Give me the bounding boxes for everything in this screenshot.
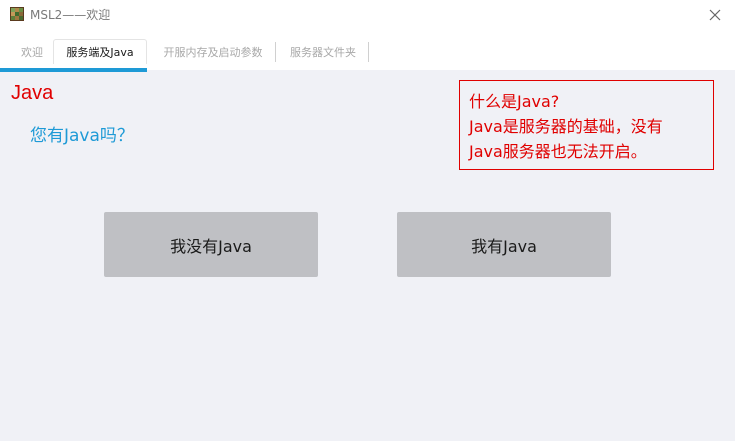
- section-title: Java: [11, 82, 54, 104]
- info-line: 什么是Java?: [469, 92, 560, 111]
- window-title: MSL2——欢迎: [30, 8, 111, 22]
- title-bar: MSL2——欢迎: [0, 0, 735, 30]
- tab-divider: [275, 42, 276, 62]
- tab-welcome[interactable]: 欢迎: [12, 39, 52, 64]
- tab-divider: [368, 42, 369, 62]
- tab-memory-launch-args[interactable]: 开服内存及启动参数: [153, 39, 273, 64]
- app-grid-icon: [10, 7, 24, 21]
- info-line: Java是服务器的基础，没有: [469, 117, 663, 136]
- java-info-box: 什么是Java? Java是服务器的基础，没有 Java服务器也无法开启。: [459, 80, 714, 170]
- tab-bar: 欢迎 服务端及Java 开服内存及启动参数 服务器文件夹: [0, 30, 735, 70]
- java-question: 您有Java吗？: [30, 126, 134, 146]
- info-line: Java服务器也无法开启。: [469, 142, 647, 161]
- close-button[interactable]: [695, 0, 735, 30]
- no-java-button[interactable]: 我没有Java: [104, 212, 318, 277]
- active-tab-indicator: [0, 68, 147, 72]
- tab-server-java[interactable]: 服务端及Java: [53, 39, 147, 64]
- close-icon: [709, 9, 721, 21]
- have-java-button[interactable]: 我有Java: [397, 212, 611, 277]
- tab-server-folder[interactable]: 服务器文件夹: [280, 39, 366, 64]
